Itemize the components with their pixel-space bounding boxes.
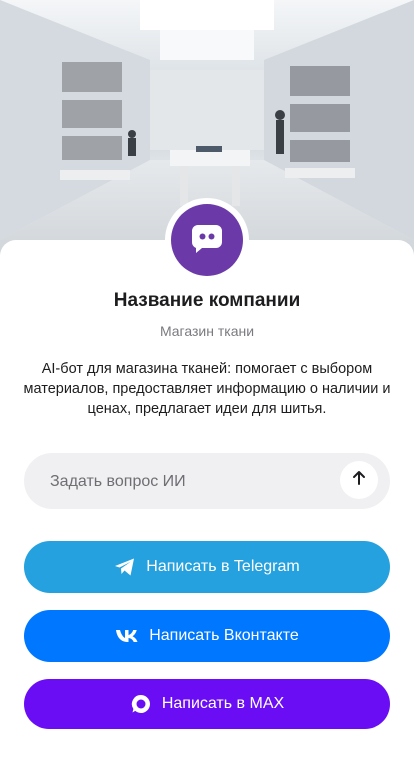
max-icon [130, 693, 152, 715]
vk-icon [115, 628, 139, 644]
send-button[interactable] [340, 461, 378, 499]
telegram-icon [114, 557, 136, 577]
chat-bot-icon [190, 221, 224, 260]
avatar [171, 204, 243, 276]
max-button-label: Написать в MAX [161, 695, 285, 712]
ask-ai-input[interactable] [48, 453, 332, 511]
company-name: Название компании [113, 290, 301, 311]
arrow-up-icon [350, 469, 368, 492]
telegram-button-label: Написать в Telegram [146, 558, 300, 575]
telegram-button[interactable]: Написать в Telegram [24, 541, 390, 593]
max-button[interactable]: Написать в MAX [24, 679, 390, 729]
company-description: AI-бот для магазина тканей: помогает с в… [23, 361, 391, 417]
vk-button-label: Написать Вконтакте [149, 627, 299, 644]
ask-ai-field [24, 453, 390, 511]
company-category: Магазин ткани [159, 323, 255, 339]
vk-button[interactable]: Написать Вконтакте [24, 610, 390, 662]
